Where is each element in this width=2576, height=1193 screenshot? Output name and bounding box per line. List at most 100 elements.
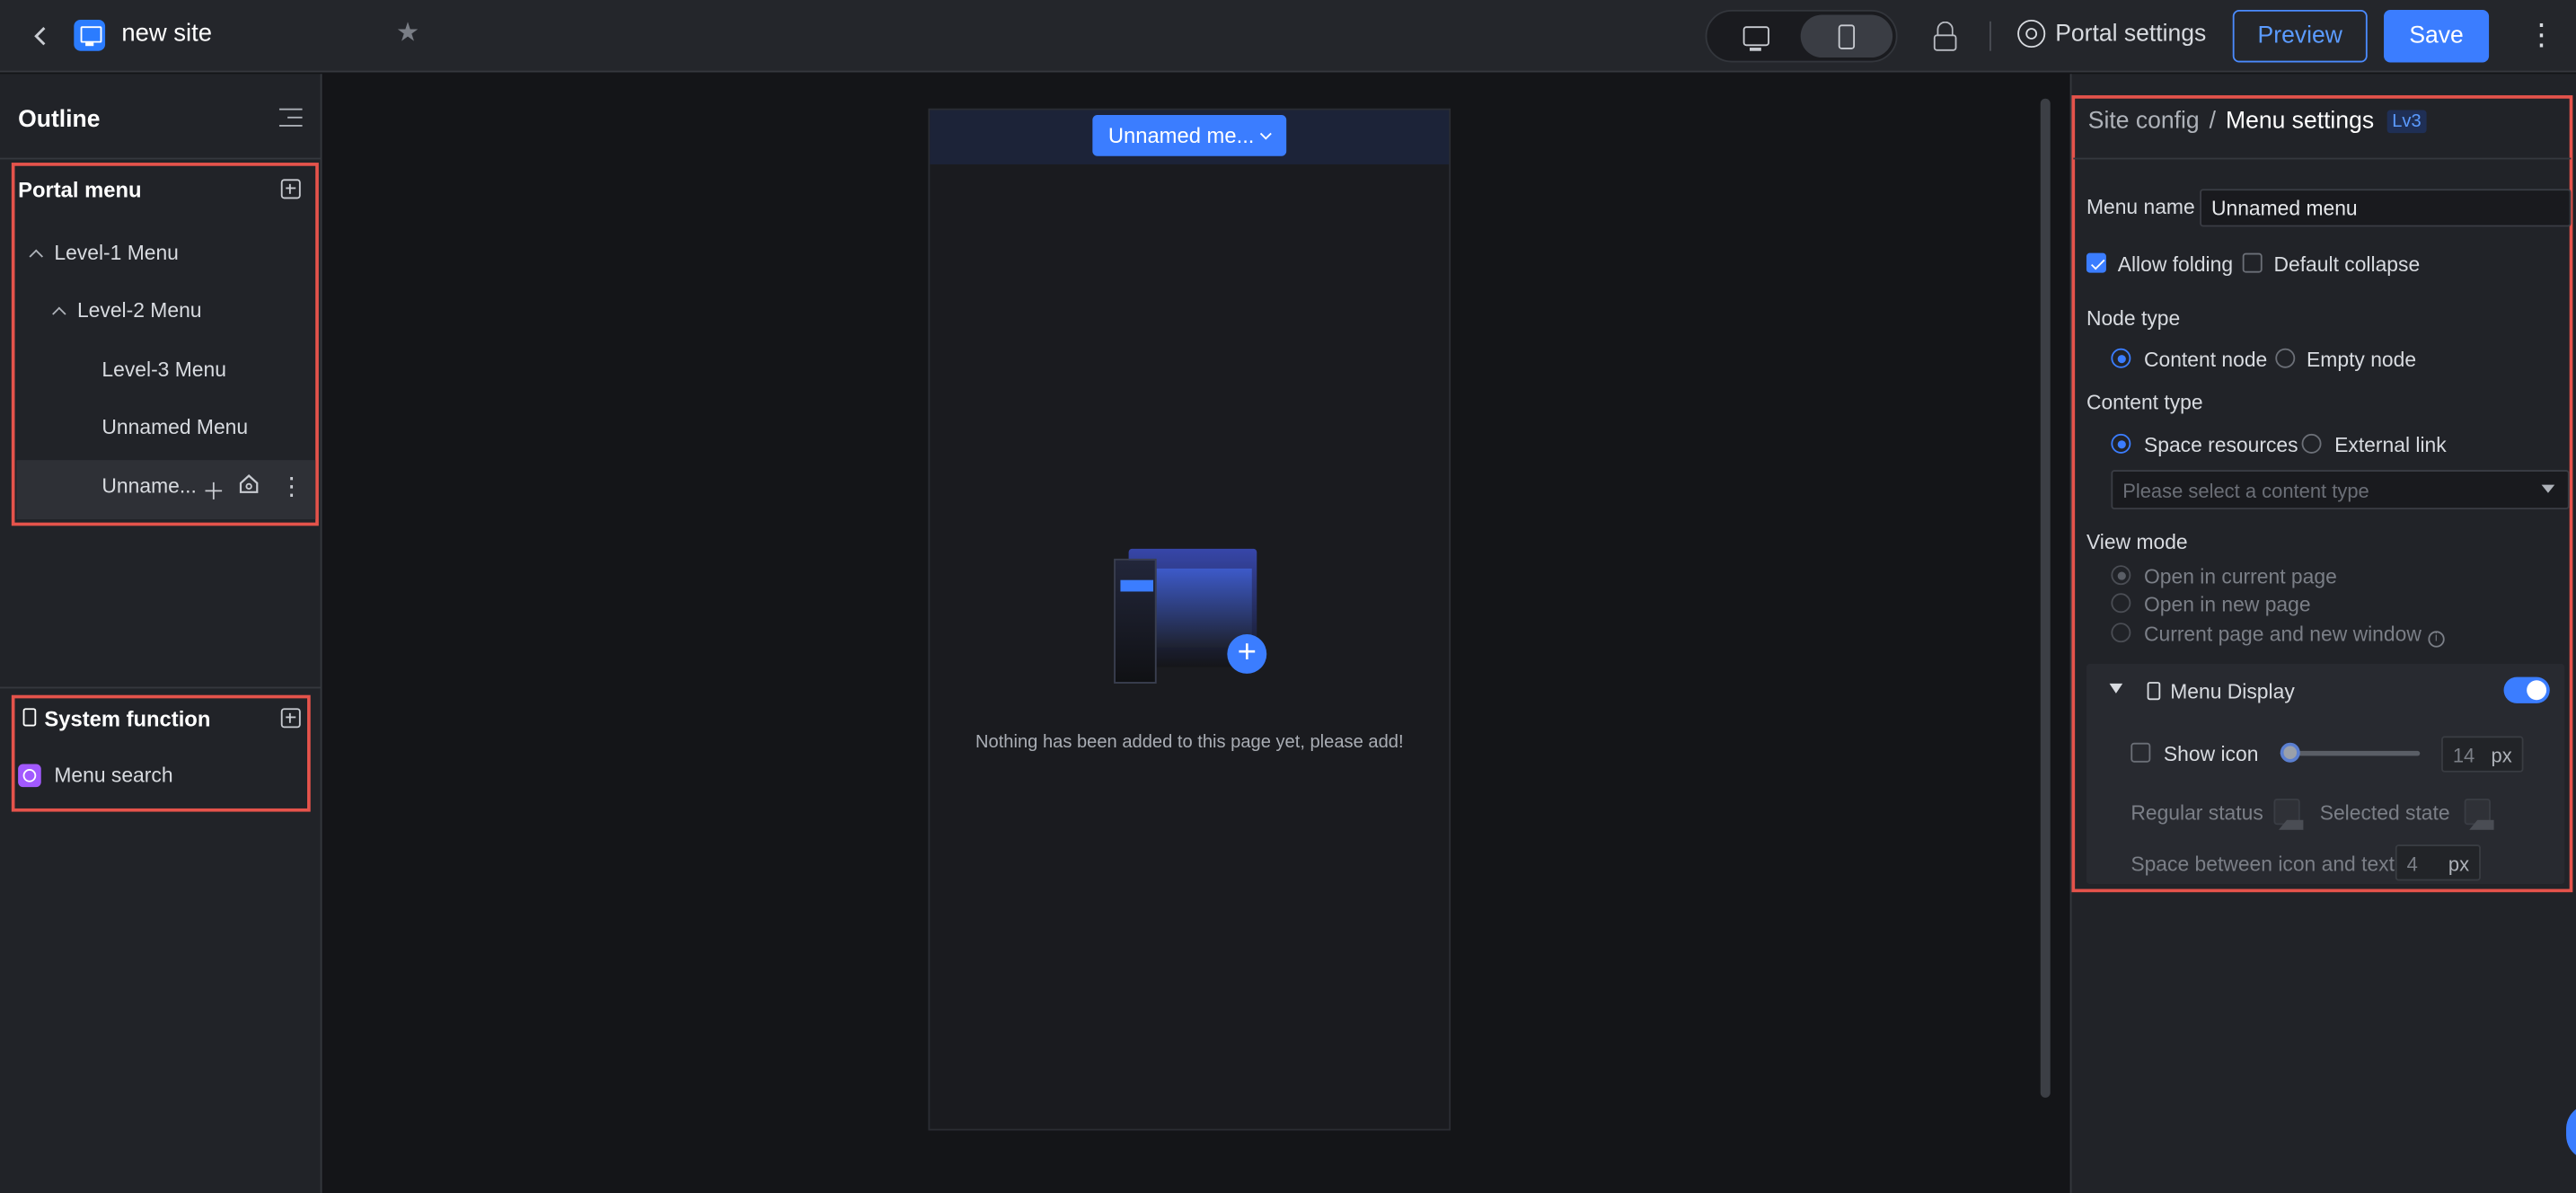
node-type-label: Node type [2086,307,2181,331]
more-vertical-icon[interactable]: ⋮ [2527,16,2556,56]
external-link-label: External link [2334,433,2447,457]
content-node-label: Content node [2143,348,2268,372]
menu-item-label: Unname... [101,474,197,499]
more-vertical-icon[interactable]: ⋮ [279,472,304,501]
level-badge: Lv3 [2386,110,2427,134]
empty-node-label: Empty node [2307,348,2417,372]
regular-status-label: Regular status [2130,801,2263,826]
menu-dropdown-label: Unnamed me... [1107,123,1255,148]
spacing-label: Space between icon and text [2130,853,2395,876]
add-function-icon[interactable] [280,708,301,729]
desktop-view-button[interactable] [1710,14,1802,57]
menu-item-selected[interactable]: Unname... [101,475,196,499]
space-resources-radio[interactable] [2111,433,2131,454]
breadcrumb-separator: / [2209,108,2216,135]
regular-status-image-icon[interactable] [2273,798,2304,830]
icon-size-value: 14 [2452,744,2475,768]
default-collapse-checkbox[interactable] [2242,252,2263,273]
chevron-up-icon[interactable] [52,306,66,322]
add-submenu-icon[interactable]: ＋ [202,475,225,508]
show-icon-checkbox[interactable] [2130,742,2151,763]
spacing-input[interactable]: 4 px [2395,844,2481,881]
menu-dropdown[interactable]: Unnamed me... [1092,115,1287,156]
info-icon[interactable]: i [2428,631,2445,648]
icon-size-unit: px [2491,744,2512,768]
home-icon[interactable] [238,473,260,499]
menu-item-label: Level-1 Menu [54,241,179,265]
allow-folding-checkbox[interactable] [2086,252,2106,273]
breadcrumb-divider [2073,157,2572,160]
portal-settings-button[interactable]: Portal settings [2017,19,2206,49]
current-and-new-window-option: Current page and new window i [2143,623,2445,648]
selected-state-image-icon[interactable] [2464,798,2494,830]
mobile-icon [1838,23,1856,49]
menu-name-input[interactable] [2200,189,2572,227]
empty-node-radio[interactable] [2275,348,2296,368]
menu-search-label: Menu search [54,764,173,788]
menu-item-level-2[interactable]: Level-2 Menu [52,298,202,323]
caret-down-icon [2541,484,2555,493]
view-mode-label: View mode [2086,530,2188,554]
gear-icon [2017,19,2046,49]
open-current-page-radio[interactable] [2111,565,2131,586]
add-menu-icon[interactable] [280,179,301,199]
back-button[interactable] [30,20,59,53]
empty-state-illustration: + [1114,548,1272,690]
section-divider [0,686,322,689]
site-icon [74,19,106,51]
site-title: new site [121,19,213,49]
menu-item-level-1[interactable]: Level-1 Menu [29,241,179,265]
canvas-scrollbar[interactable] [2040,98,2051,1098]
icon-size-slider-track[interactable] [2280,750,2421,756]
menu-item-unnamed[interactable]: Unnamed Menu [101,416,248,439]
menu-item-label: Level-3 Menu [101,358,226,382]
open-new-page-radio[interactable] [2111,593,2131,614]
default-collapse-label: Default collapse [2273,252,2421,277]
outline-panel: Outline Portal menu Level-1 Menu Level-2… [0,74,322,1193]
mobile-menu-bar: Unnamed me... [930,110,1450,164]
icon-size-input[interactable]: 14 px [2441,736,2524,773]
empty-state-text: Nothing has been added to this page yet,… [975,732,1404,753]
top-bar: new site ★ Portal settings Preview Save … [0,0,2576,73]
chevron-up-icon[interactable] [29,249,44,264]
spacing-value: 4 [2406,853,2418,876]
page: new site ★ Portal settings Preview Save … [0,0,2576,1193]
chevron-left-icon [34,27,46,46]
content-type-select[interactable]: Please select a content type [2111,470,2570,510]
allow-folding-label: Allow folding [2117,252,2234,277]
system-function-title: System function [44,706,211,731]
collapse-panel-icon[interactable] [278,108,303,128]
open-current-page-label: Open in current page [2143,565,2337,588]
current-and-new-window-radio[interactable] [2111,623,2131,643]
selected-state-label: Selected state [2319,801,2450,826]
menu-item-label: Level-2 Menu [76,298,202,323]
lock-icon[interactable] [1930,20,1963,53]
menu-display-toggle[interactable] [2503,676,2550,703]
search-icon [18,764,41,788]
desktop-icon [1742,26,1769,50]
preview-button[interactable]: Preview [2232,9,2368,63]
content-type-label: Content type [2086,391,2203,414]
toolbar-divider [1989,21,1991,51]
breadcrumb: Site config / Menu settings Lv3 [2088,108,2427,135]
show-icon-label: Show icon [2163,742,2259,766]
content-node-radio[interactable] [2111,348,2131,368]
menu-search-item[interactable]: Menu search [54,764,172,788]
menu-item-label: Unnamed Menu [101,415,249,439]
spacing-unit: px [2448,853,2470,876]
add-content-icon[interactable]: + [1227,634,1267,674]
save-button[interactable]: Save [2384,9,2490,63]
mobile-view-button[interactable] [1800,14,1893,58]
menu-display-title: Menu Display [2170,680,2295,703]
icon-size-slider-handle[interactable] [2280,742,2300,763]
outline-title: Outline [18,106,101,134]
current-and-new-window-label: Current page and new window [2143,623,2422,646]
star-icon[interactable]: ★ [396,16,419,49]
breadcrumb-site-config[interactable]: Site config [2088,109,2200,135]
external-link-radio[interactable] [2301,433,2322,454]
chevron-down-icon [1260,127,1273,139]
mobile-icon [2147,682,2161,701]
open-new-page-label: Open in new page [2143,593,2311,616]
caret-down-icon[interactable] [2109,683,2123,694]
menu-item-level-3[interactable]: Level-3 Menu [101,358,226,382]
